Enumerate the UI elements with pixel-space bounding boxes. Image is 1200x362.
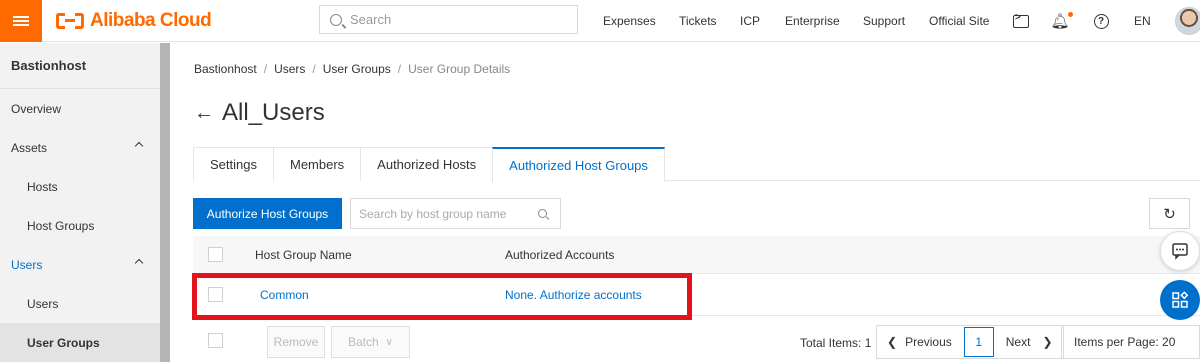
tab-bar: Settings Members Authorized Hosts Author… bbox=[193, 147, 1200, 182]
footer-select-all-checkbox[interactable] bbox=[208, 333, 223, 348]
remove-button[interactable]: Remove bbox=[267, 326, 325, 358]
global-search-input[interactable]: Search bbox=[319, 5, 578, 34]
sidebar-item-user-groups[interactable]: User Groups bbox=[0, 323, 160, 362]
chevron-down-icon: ∨ bbox=[385, 336, 393, 348]
column-header-authorized-accounts: Authorized Accounts bbox=[505, 247, 615, 262]
tab-members[interactable]: Members bbox=[272, 147, 362, 181]
next-page-button[interactable]: Next ❯ bbox=[996, 326, 1063, 358]
row-checkbox[interactable] bbox=[208, 287, 223, 302]
sidebar-item-label: Users bbox=[11, 257, 43, 272]
host-group-search-input[interactable] bbox=[359, 206, 529, 221]
table-footer: Remove Batch ∨ Total Items: 1 ❮ Previous… bbox=[193, 322, 1200, 362]
nav-tickets[interactable]: Tickets bbox=[679, 14, 717, 28]
chevron-left-icon: ❮ bbox=[887, 335, 898, 349]
search-icon bbox=[330, 13, 342, 26]
refresh-icon: ↻ bbox=[1163, 205, 1176, 223]
chevron-up-icon bbox=[134, 141, 144, 151]
avatar[interactable] bbox=[1175, 7, 1200, 35]
notification-dot bbox=[1067, 12, 1073, 17]
refresh-button[interactable]: ↻ bbox=[1149, 198, 1190, 229]
sidebar-item-label: Overview bbox=[11, 101, 62, 116]
next-label: Next bbox=[1005, 335, 1031, 349]
sidebar-item-host-groups[interactable]: Host Groups bbox=[0, 206, 160, 245]
host-groups-table: Host Group Name Authorized Accounts Comm… bbox=[193, 236, 1200, 316]
nav-expenses[interactable]: Expenses bbox=[603, 14, 656, 28]
chevron-right-icon: ❯ bbox=[1042, 335, 1053, 349]
host-group-name-link[interactable]: Common bbox=[260, 288, 309, 302]
previous-label: Previous bbox=[905, 335, 952, 349]
top-bar: Alibaba Cloud Search Expenses Tickets IC… bbox=[0, 0, 1200, 42]
sidebar: Bastionhost Overview Assets Hosts Host G… bbox=[0, 43, 160, 362]
host-group-search-field bbox=[350, 198, 561, 229]
nav-enterprise[interactable]: Enterprise bbox=[785, 14, 840, 28]
breadcrumb-bastionhost[interactable]: Bastionhost bbox=[194, 62, 257, 76]
bell-icon[interactable]: 🔔︎ bbox=[1050, 11, 1073, 31]
language-switch[interactable]: EN bbox=[1134, 14, 1151, 28]
sidebar-item-assets[interactable]: Assets bbox=[0, 128, 160, 167]
tab-authorized-hosts[interactable]: Authorized Hosts bbox=[360, 147, 494, 181]
authorize-host-groups-button[interactable]: Authorize Host Groups bbox=[193, 198, 342, 229]
table-row: Common None. Authorize accounts bbox=[193, 274, 1200, 316]
apps-widget-button[interactable] bbox=[1160, 280, 1200, 320]
page-number-button[interactable]: 1 bbox=[963, 327, 994, 357]
breadcrumb-separator: / bbox=[263, 62, 268, 76]
help-icon[interactable]: ? bbox=[1093, 11, 1109, 31]
alibaba-cloud-logo[interactable]: Alibaba Cloud bbox=[56, 9, 212, 33]
menu-icon[interactable] bbox=[0, 0, 42, 42]
sidebar-scrollbar[interactable] bbox=[160, 43, 170, 362]
breadcrumb-separator: / bbox=[397, 62, 402, 76]
breadcrumb-separator: / bbox=[312, 62, 316, 76]
sidebar-item-label: Hosts bbox=[27, 179, 58, 194]
items-per-page-select[interactable]: Items per Page: 20 bbox=[1061, 325, 1200, 359]
logo-text: Alibaba Cloud bbox=[90, 10, 212, 31]
global-search-placeholder: Search bbox=[350, 12, 392, 27]
chevron-up-icon bbox=[134, 258, 144, 268]
select-all-checkbox[interactable] bbox=[208, 247, 223, 262]
sidebar-item-hosts[interactable]: Hosts bbox=[0, 167, 160, 206]
sidebar-item-label: Assets bbox=[11, 140, 48, 155]
sidebar-item-users[interactable]: Users bbox=[0, 284, 160, 323]
page-title-row: ← All_Users bbox=[194, 99, 325, 127]
total-items: Total Items: 1 bbox=[800, 336, 872, 350]
chat-icon bbox=[1172, 243, 1188, 260]
terminal-icon[interactable] bbox=[1012, 11, 1030, 31]
sidebar-item-overview[interactable]: Overview bbox=[0, 89, 160, 128]
apps-grid-icon bbox=[1172, 291, 1189, 308]
batch-dropdown[interactable]: Batch ∨ bbox=[331, 326, 410, 358]
sidebar-title: Bastionhost bbox=[0, 43, 160, 89]
sidebar-item-label: Host Groups bbox=[27, 218, 95, 233]
breadcrumb-current: User Group Details bbox=[408, 62, 511, 76]
main-content: Bastionhost / Users / User Groups / User… bbox=[170, 43, 1200, 362]
nav-official-site[interactable]: Official Site bbox=[929, 14, 989, 28]
search-icon[interactable] bbox=[538, 209, 547, 218]
page-title: All_Users bbox=[222, 99, 325, 126]
breadcrumb-users[interactable]: Users bbox=[274, 62, 305, 76]
feedback-chat-button[interactable] bbox=[1160, 231, 1200, 271]
column-header-host-group-name: Host Group Name bbox=[255, 247, 352, 262]
tab-settings[interactable]: Settings bbox=[193, 147, 274, 181]
breadcrumb: Bastionhost / Users / User Groups / User… bbox=[194, 62, 510, 76]
pagination: ❮ Previous 1 Next ❯ bbox=[876, 325, 1064, 359]
nav-icp[interactable]: ICP bbox=[740, 14, 760, 28]
nav-support[interactable]: Support bbox=[863, 14, 905, 28]
sidebar-item-label: User Groups bbox=[27, 335, 100, 350]
sidebar-item-users-section[interactable]: Users bbox=[0, 245, 160, 284]
batch-label: Batch bbox=[347, 335, 379, 349]
breadcrumb-user-groups[interactable]: User Groups bbox=[323, 62, 391, 76]
authorize-accounts-link[interactable]: None. Authorize accounts bbox=[505, 288, 642, 302]
sidebar-item-label: Users bbox=[27, 296, 59, 311]
back-arrow-icon[interactable]: ← bbox=[194, 102, 214, 125]
alibaba-logo-icon bbox=[56, 13, 84, 29]
tab-authorized-host-groups[interactable]: Authorized Host Groups bbox=[492, 147, 665, 182]
table-header: Host Group Name Authorized Accounts bbox=[193, 236, 1200, 274]
previous-page-button[interactable]: ❮ Previous bbox=[877, 326, 962, 358]
